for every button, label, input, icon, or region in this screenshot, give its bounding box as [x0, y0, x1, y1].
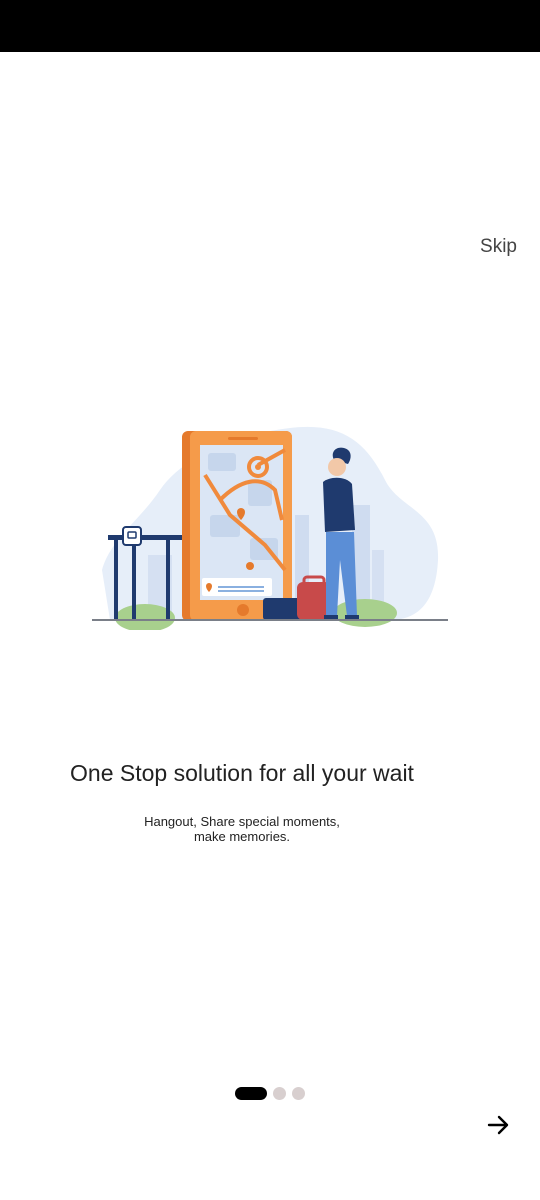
subtitle: Hangout, Share special moments, make mem…: [130, 814, 354, 844]
skip-button[interactable]: Skip: [480, 236, 517, 258]
arrow-right-icon: [487, 1115, 509, 1135]
map-navigation-illustration: [92, 426, 448, 630]
headline: One Stop solution for all your wait: [70, 760, 414, 786]
subtitle-line-1: Hangout, Share special moments,: [144, 814, 340, 829]
page-indicator: [235, 1087, 305, 1100]
subtitle-line-2: make memories.: [193, 829, 291, 844]
page-dot: [273, 1087, 286, 1100]
next-button[interactable]: [486, 1112, 512, 1138]
status-bar: [0, 0, 540, 52]
page-dot: [292, 1087, 305, 1100]
page-dot-active: [235, 1087, 267, 1100]
